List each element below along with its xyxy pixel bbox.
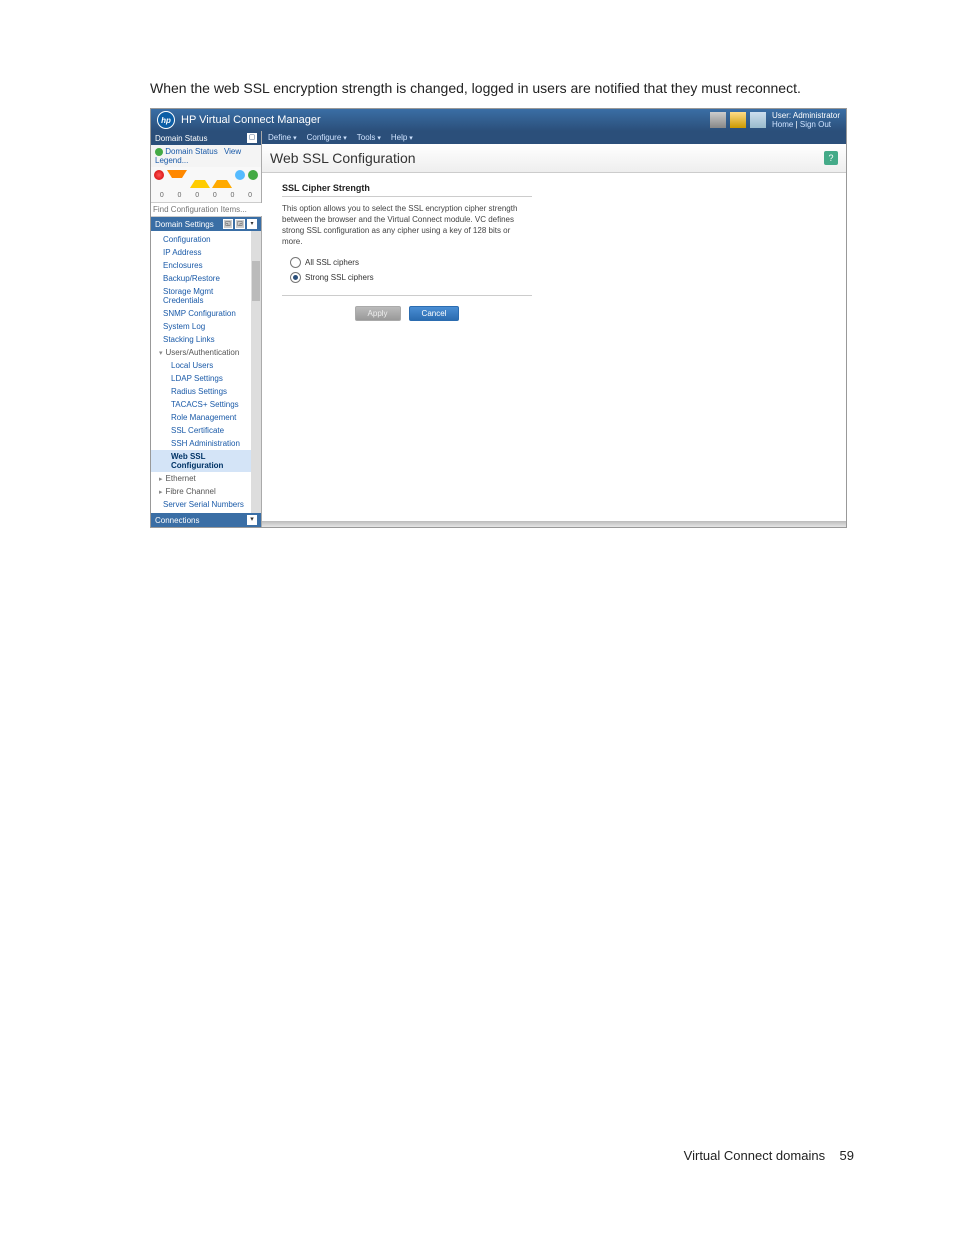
connections-header-label: Connections — [155, 516, 199, 525]
apply-button[interactable]: Apply — [355, 306, 401, 321]
status-critical-icon — [167, 170, 187, 188]
nav-ssh-administration[interactable]: SSH Administration — [151, 437, 251, 450]
nav-fibre-header[interactable]: Fibre Channel — [151, 485, 251, 498]
titlebar-icon-1 — [710, 112, 726, 128]
intro-text: When the web SSL encryption strength is … — [150, 80, 854, 96]
page-footer: Virtual Connect domains 59 — [150, 1148, 854, 1163]
sidebar-scroll-thumb[interactable] — [252, 261, 260, 301]
nav-stacking-links[interactable]: Stacking Links — [151, 333, 251, 346]
status-ok2-icon — [248, 170, 258, 180]
bottom-shadow — [262, 521, 846, 527]
app-title: HP Virtual Connect Manager — [181, 114, 710, 126]
menu-help[interactable]: Help — [391, 133, 413, 142]
nav-list: Configuration IP Address Enclosures Back… — [151, 231, 251, 513]
domain-status-header: Domain Status ▢ — [151, 131, 261, 145]
nav-radius-settings[interactable]: Radius Settings — [151, 385, 251, 398]
radio-strong-icon — [290, 272, 301, 283]
titlebar-icon-3 — [750, 112, 766, 128]
connections-dropdown-icon[interactable]: ▾ — [247, 515, 257, 525]
nav-users-auth-header[interactable]: Users/Authentication — [151, 346, 251, 359]
radio-all-label: All SSL ciphers — [305, 258, 359, 267]
find-row: ▸ — [151, 202, 261, 217]
status-count: 0 — [195, 192, 199, 199]
user-label: User: — [772, 111, 791, 120]
domain-settings-header-label: Domain Settings — [155, 220, 214, 229]
page-title-row: Web SSL Configuration ? — [262, 144, 846, 173]
nav-snmp-config[interactable]: SNMP Configuration — [151, 307, 251, 320]
footer-section: Virtual Connect domains — [684, 1148, 825, 1163]
nav-ip-address[interactable]: IP Address — [151, 246, 251, 259]
domain-status-header-label: Domain Status — [155, 134, 207, 143]
nav-storage-credentials[interactable]: Storage Mgmt Credentials — [151, 285, 251, 307]
nav-icon-2[interactable]: ◲ — [235, 219, 245, 229]
app-titlebar: hp HP Virtual Connect Manager User: Admi… — [151, 109, 846, 131]
status-count: 0 — [160, 192, 164, 199]
signout-link[interactable]: Sign Out — [800, 120, 831, 129]
nav-enclosures[interactable]: Enclosures — [151, 259, 251, 272]
domain-status-link[interactable]: Domain Status — [165, 147, 217, 156]
status-count: 0 — [178, 192, 182, 199]
titlebar-user-block: User: Administrator Home | Sign Out — [772, 111, 840, 129]
screenshot-container: hp HP Virtual Connect Manager User: Admi… — [150, 108, 847, 528]
status-info-icon — [235, 170, 245, 180]
page-title: Web SSL Configuration — [270, 150, 416, 166]
status-warning-icon — [190, 170, 210, 188]
radio-strong-label: Strong SSL ciphers — [305, 273, 374, 282]
sidebar-scrollbar[interactable] — [251, 231, 261, 513]
nav-server-serial-numbers[interactable]: Server Serial Numbers — [151, 498, 251, 511]
nav-ethernet-header[interactable]: Ethernet — [151, 472, 251, 485]
nav-configuration[interactable]: Configuration — [151, 233, 251, 246]
home-link[interactable]: Home — [772, 120, 793, 129]
status-count: 0 — [231, 192, 235, 199]
status-caution-icon — [212, 170, 232, 188]
find-input[interactable] — [151, 203, 265, 216]
nav-backup-restore[interactable]: Backup/Restore — [151, 272, 251, 285]
radio-strong-ssl[interactable]: Strong SSL ciphers — [282, 270, 532, 285]
status-ok-icon — [155, 148, 163, 156]
nav-dropdown-icon[interactable]: ▾ — [247, 219, 257, 229]
cancel-button[interactable]: Cancel — [409, 306, 460, 321]
help-icon[interactable]: ? — [824, 151, 838, 165]
nav-ssl-certificate[interactable]: SSL Certificate — [151, 424, 251, 437]
nav-icon-1[interactable]: ◱ — [223, 219, 233, 229]
nav-web-ssl-config[interactable]: Web SSL Configuration — [151, 450, 251, 472]
radio-all-icon — [290, 257, 301, 268]
button-row: Apply Cancel — [282, 296, 532, 331]
nav-ldap-settings[interactable]: LDAP Settings — [151, 372, 251, 385]
footer-page-number: 59 — [840, 1148, 854, 1163]
nav-local-users[interactable]: Local Users — [151, 359, 251, 372]
user-name: Administrator — [793, 111, 840, 120]
ssl-panel: SSL Cipher Strength This option allows y… — [282, 183, 532, 296]
panel-title: SSL Cipher Strength — [282, 183, 532, 197]
panel-description: This option allows you to select the SSL… — [282, 203, 532, 247]
collapse-icon[interactable]: ▢ — [247, 133, 257, 143]
titlebar-home-icon[interactable] — [730, 112, 746, 128]
status-icons-row — [151, 167, 261, 191]
hp-logo-icon: hp — [157, 111, 175, 129]
status-count: 0 — [248, 192, 252, 199]
nav-system-log[interactable]: System Log — [151, 320, 251, 333]
sidebar: Domain Status ▢ Domain Status View Legen… — [151, 131, 262, 527]
status-counts-row: 0 0 0 0 0 0 — [151, 191, 261, 202]
menu-define[interactable]: Define — [268, 133, 297, 142]
menubar: Define Configure Tools Help — [262, 131, 846, 144]
domain-settings-header: Domain Settings ◱ ◲ ▾ — [151, 217, 261, 231]
menu-tools[interactable]: Tools — [357, 133, 381, 142]
nav-role-management[interactable]: Role Management — [151, 411, 251, 424]
domain-status-links: Domain Status View Legend... — [151, 145, 261, 167]
menu-configure[interactable]: Configure — [307, 133, 347, 142]
status-count: 0 — [213, 192, 217, 199]
main-area: Define Configure Tools Help Web SSL Conf… — [262, 131, 846, 527]
radio-all-ssl[interactable]: All SSL ciphers — [282, 255, 532, 270]
nav-tacacs-settings[interactable]: TACACS+ Settings — [151, 398, 251, 411]
connections-header: Connections ▾ — [151, 513, 261, 527]
content-area: SSL Cipher Strength This option allows y… — [262, 173, 846, 521]
status-error-icon — [154, 170, 164, 180]
